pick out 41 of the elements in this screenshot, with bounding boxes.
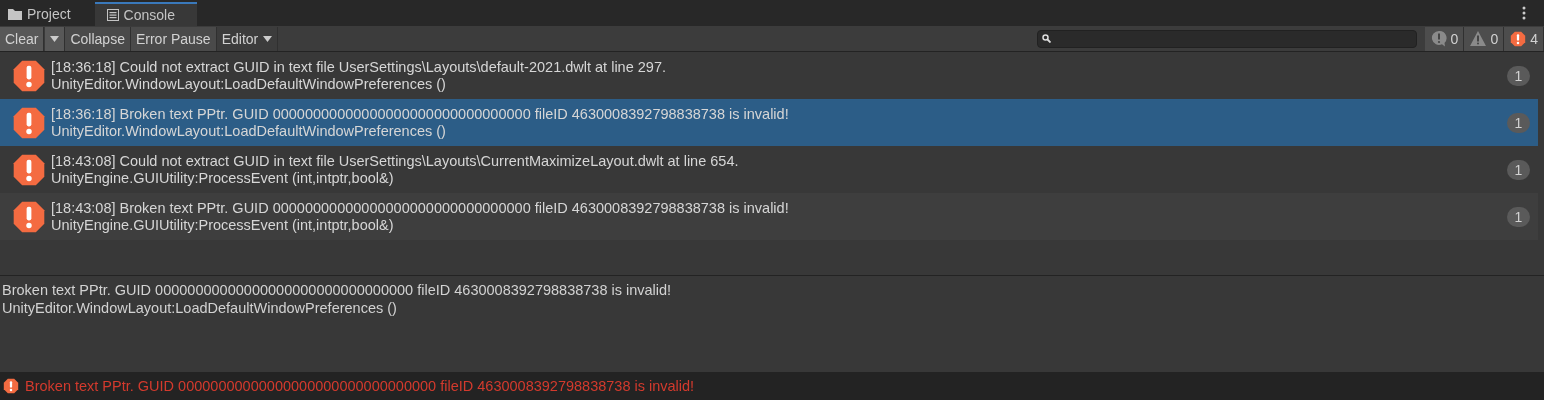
folder-icon <box>8 8 22 20</box>
count-badge: 1 <box>1507 112 1530 133</box>
caret-icon <box>263 35 273 42</box>
filter-button[interactable]: 0 <box>1424 26 1465 51</box>
log-message: [18:43:08] Broken text PPtr. GUID 00000000000000000000000000000000 fileID 4630008392798838738 is invalid! <box>51 199 790 217</box>
console-icon <box>106 9 119 21</box>
error-icon <box>12 199 46 234</box>
error-icon <box>12 105 46 140</box>
stack-trace: UnityEngine.GUIUtility:ProcessEvent (int,intptr,bool&) <box>51 169 395 187</box>
log-message: [18:43:08] Could not extract GUID in text file UserSettings\Layouts\CurrentMaximizeLayout.dwlt at line 654. <box>51 152 740 170</box>
toggle-button[interactable]: Error Pause <box>130 26 217 51</box>
log-message: [18:36:18] Could not extract GUID in text file UserSettings\Layouts\default-2021.dwlt at line 297. <box>51 58 667 76</box>
log-message: [18:36:18] Broken text PPtr. GUID 00000000000000000000000000000000 fileID 4630008392798838738 is invalid! <box>51 105 790 123</box>
detail-text: Broken text PPtr. GUID 00000000000000000000000000000000 fileID 4630008392798838738 is invalid! <box>2 281 673 299</box>
error-icon <box>1510 30 1527 47</box>
error-icon <box>12 152 46 187</box>
filter-button[interactable]: 4 <box>1504 26 1544 51</box>
count-badge: 1 <box>1507 206 1530 227</box>
dropdown-button[interactable] <box>44 26 66 51</box>
filter-button[interactable]: 0 <box>1464 26 1505 51</box>
tab[interactable]: Project <box>0 2 95 26</box>
log-entry[interactable]: [18:36:18] Broken text PPtr. GUID 00000000000000000000000000000000 fileID 4630008392798838738 is invalid! UnityEditor.WindowLayout:LoadDefaultWindowPreferences () 1 <box>0 99 1538 146</box>
toggle-button[interactable]: Collapse <box>65 26 131 51</box>
detail-text: UnityEditor.WindowLayout:LoadDefaultWindowPreferences () <box>2 299 398 317</box>
clear-button[interactable]: Clear <box>0 26 45 51</box>
caret-icon <box>50 35 60 42</box>
search-field[interactable] <box>1036 29 1417 48</box>
stack-trace: UnityEditor.WindowLayout:LoadDefaultWindowPreferences () <box>51 75 447 93</box>
error-icon <box>12 58 46 93</box>
stack-trace: UnityEditor.WindowLayout:LoadDefaultWindowPreferences () <box>51 122 447 140</box>
stack-trace: UnityEngine.GUIUtility:ProcessEvent (int,intptr,bool&) <box>51 216 395 234</box>
more-options-icon[interactable] <box>1522 6 1526 20</box>
warning-icon <box>1470 31 1487 46</box>
error-icon <box>3 378 19 394</box>
tab[interactable]: Console <box>94 2 197 26</box>
search-icon <box>1041 34 1051 43</box>
count-badge: 1 <box>1507 65 1530 86</box>
log-entry[interactable]: [18:43:08] Broken text PPtr. GUID 00000000000000000000000000000000 fileID 4630008392798838738 is invalid! UnityEngine.GUIUtility:ProcessEvent (int,intptr,bool&) 1 <box>0 193 1538 240</box>
status-message: Broken text PPtr. GUID 00000000000000000000000000000000 fileID 4630008392798838738 is invalid! <box>25 378 695 394</box>
count-badge: 1 <box>1507 159 1530 180</box>
info-bubble-icon <box>1430 30 1447 47</box>
